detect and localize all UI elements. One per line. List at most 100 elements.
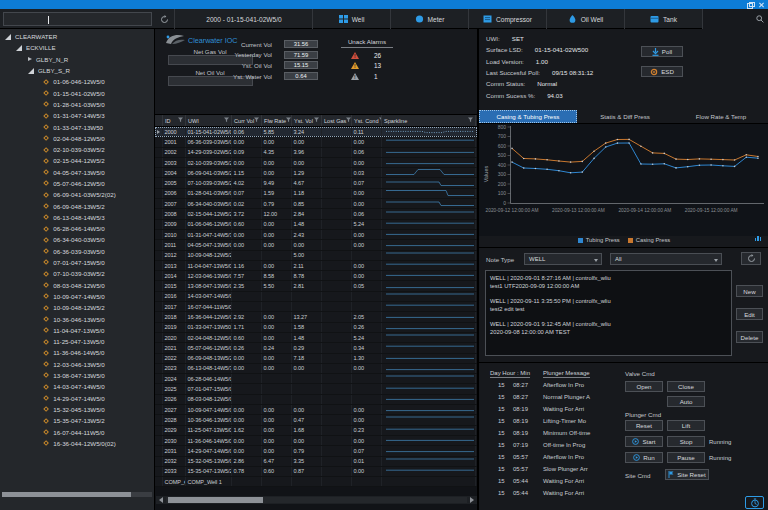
tree-node-eckville[interactable]: ECKVILLE [0, 42, 154, 53]
notes-list[interactable]: WELL | 2020-09-01 8:27:16 AM | controlfx… [485, 270, 732, 356]
search-box[interactable] [703, 9, 768, 29]
grid-col-header[interactable]: Flw Rate [262, 115, 292, 126]
tree-well-item[interactable]: 16-36-044-12W5/0(02) [0, 438, 154, 449]
tree-node-clearwater[interactable]: CLEARWATER [0, 31, 154, 42]
notes-refresh-button[interactable] [741, 252, 761, 265]
tree-well-item[interactable]: 15-35-047-13W5/2 [0, 415, 154, 426]
tree-well-item[interactable]: 06-28-046-14W5/0 [0, 223, 154, 234]
site-reset-button[interactable]: Site Reset [665, 469, 709, 480]
tree-well-item[interactable]: 01-31-047-14W5/3 [0, 110, 154, 121]
grid-row[interactable]: 201001-31-047-14W5/30.000.002.430.00 [155, 230, 477, 240]
sidebar-hscrollbar[interactable] [2, 492, 152, 497]
poll-button[interactable]: Poll [641, 46, 683, 57]
grid-row[interactable]: 201901-33-047-13W501.710.001.580.26 [155, 323, 477, 333]
refresh-button[interactable] [155, 9, 175, 29]
tree-well-item[interactable]: 05-07-046-12W5/0 [0, 178, 154, 189]
open-valve-button[interactable]: Open [625, 381, 663, 392]
run-plunger-button[interactable]: Run [625, 452, 663, 463]
grid-row[interactable]: 201104-05-047-13W5/00.000.000.000.00 [155, 240, 477, 250]
grid-col-header[interactable]: Curr Vol [232, 115, 262, 126]
tree-well-item[interactable]: 01-06-046-12W5/0 [0, 76, 154, 87]
grid-row[interactable]: 201210-09-048-12W5/25.00 [155, 251, 477, 261]
filter-funnel-icon[interactable] [254, 117, 259, 124]
tree-node-glby_s_r[interactable]: GLBY_S_R [0, 65, 154, 76]
scroll-right-icon[interactable] [470, 497, 474, 503]
reset-plunger-button[interactable]: Reset [625, 420, 663, 431]
grid-row[interactable]: 200001-15-041-02W5/00.065.853.240.11 [155, 127, 477, 137]
grid-row[interactable]: 201412-03-046-13W5/07.578.588.780.00 [155, 271, 477, 281]
grid-col-header[interactable]: Lost Gas [322, 115, 352, 126]
grid-row[interactable]: 202306-13-048-14W5/30.000.000.000.00 [155, 364, 477, 374]
edit-note-button[interactable]: Edit [736, 308, 763, 320]
filter-funnel-icon[interactable] [314, 117, 319, 124]
delete-note-button[interactable]: Delete [736, 331, 763, 343]
tab-meter[interactable]: Meter [391, 9, 469, 29]
tree-well-item[interactable]: 06-09-048-13W5/2 [0, 200, 154, 211]
expander-closed-icon[interactable] [28, 57, 32, 61]
grid-row[interactable]: 200406-09-041-03W5/2(02)1.150.001.290.03 [155, 168, 477, 178]
tree-well-item[interactable]: 07-01-047-15W5/0 [0, 257, 154, 268]
tab-oil-well[interactable]: Oil Well [547, 9, 625, 29]
sidebar-hscroll-thumb[interactable] [2, 492, 131, 497]
tree-well-item[interactable]: 01-28-041-03W5/0 [0, 99, 154, 110]
grid-col-header[interactable]: Sparkline [382, 115, 476, 126]
chart-detail-icon[interactable] [755, 236, 762, 241]
grid-col-header[interactable]: ID [163, 115, 186, 126]
note-entry[interactable]: WELL | 2020-09-11 3:35:50 PM | controlfx… [490, 297, 727, 313]
grid-hscrollbar[interactable] [156, 496, 477, 504]
expander-open-icon[interactable] [28, 68, 34, 74]
tab-compressor[interactable]: Compressor [469, 9, 547, 29]
tree-well-item[interactable]: 14-29-047-14W5/0 [0, 393, 154, 404]
filter-funnel-icon[interactable] [286, 117, 291, 124]
tree-well-item[interactable]: 06-34-040-03W5/0 [0, 234, 154, 245]
scroll-left-icon[interactable] [159, 497, 163, 503]
tree-well-item[interactable]: 02-15-044-12W5/2 [0, 155, 154, 166]
expander-open-icon[interactable] [5, 34, 11, 40]
grid-row[interactable]: 201716-07-044-11W5/0 [155, 302, 477, 312]
start-plunger-button[interactable]: Start [625, 436, 663, 447]
tree-well-item[interactable]: 08-03-048-12W5/0 [0, 280, 154, 291]
grid-row[interactable]: 202105-07-046-12W5/00.260.240.290.34 [155, 343, 477, 353]
grid-row[interactable]: 202206-09-048-13W5/20.000.007.181.30 [155, 354, 477, 364]
timer-button[interactable] [745, 496, 764, 509]
lift-plunger-button[interactable]: Lift [667, 420, 705, 431]
tree-well-item[interactable]: 12-03-046-13W5/0 [0, 359, 154, 370]
chart-tab-0[interactable]: Casing & Tubing Press [479, 110, 577, 123]
grid-col-header[interactable]: Yst. Cond [352, 115, 382, 126]
grid-col-header[interactable]: Yst. Vol [292, 115, 322, 126]
filter-funnel-icon[interactable] [468, 117, 473, 124]
tree-well-item[interactable]: 01-33-047-13W50 [0, 121, 154, 132]
grid-row[interactable]: 200302-10-039-03W5/20.000.000.000.00 [155, 158, 477, 168]
tree-well-item[interactable]: 01-15-041-02W5/0 [0, 87, 154, 98]
tab-tank[interactable]: Tank [625, 9, 703, 29]
new-note-button[interactable]: New [736, 285, 763, 297]
chart-tab-2[interactable]: Flow Rate & Temp [673, 110, 768, 123]
tree-well-item[interactable]: 16-07-044-11W5/0 [0, 426, 154, 437]
auto-valve-button[interactable]: Auto [667, 396, 705, 407]
filter-funnel-icon[interactable] [178, 117, 183, 124]
tree-well-item[interactable]: 13-08-047-13W5/0 [0, 370, 154, 381]
grid-row[interactable]: 201816-36-044-12W5/0(02)2.920.0013.272.0… [155, 312, 477, 322]
note-entry[interactable]: WELL | 2020-09-01 8:27:16 AM | controlfx… [490, 274, 727, 290]
grid-row[interactable]: 202608-03-048-12W5/0 [155, 395, 477, 405]
tree-well-item[interactable]: 10-09-047-14W5/0 [0, 291, 154, 302]
stop-plunger-button[interactable]: Stop [667, 436, 705, 447]
grid-row[interactable]: 201513-08-047-13W5/02.355.502.810.05 [155, 281, 477, 291]
grid-footer-row[interactable]: COMP_#COMP_Well 1 [155, 477, 477, 487]
grid-row[interactable]: 202406-28-046-14W5/0 [155, 374, 477, 384]
grid-row[interactable]: 202507-01-047-15W5/0 [155, 384, 477, 394]
grid-row[interactable]: 200214-29-039-02W5/20.094.353.960.06 [155, 148, 477, 158]
tree-well-item[interactable]: 06-13-048-14W5/3 [0, 212, 154, 223]
grid-hscroll-thumb[interactable] [168, 497, 263, 503]
tree-well-item[interactable]: 15-32-045-13W5/0 [0, 404, 154, 415]
grid-row[interactable]: 200706-34-040-03W5/00.020.790.850.00 [155, 199, 477, 209]
grid-row[interactable]: 202002-04-048-12W5/00.600.001.485.24 [155, 333, 477, 343]
pause-plunger-button[interactable]: Pause [667, 452, 705, 463]
grid-row[interactable]: 202810-36-046-13W5/00.000.000.470.00 [155, 415, 477, 425]
note-type-dropdown[interactable]: WELL [524, 253, 602, 265]
grid-row[interactable]: 200601-28-041-03W5/00.071.591.180.00 [155, 189, 477, 199]
grid-row[interactable]: 201614-03-047-14W5/0 [155, 292, 477, 302]
esd-button[interactable]: ESD [641, 66, 683, 77]
tree-well-item[interactable]: 04-05-047-13W5/0 [0, 167, 154, 178]
tab-well[interactable]: Well [313, 9, 391, 29]
